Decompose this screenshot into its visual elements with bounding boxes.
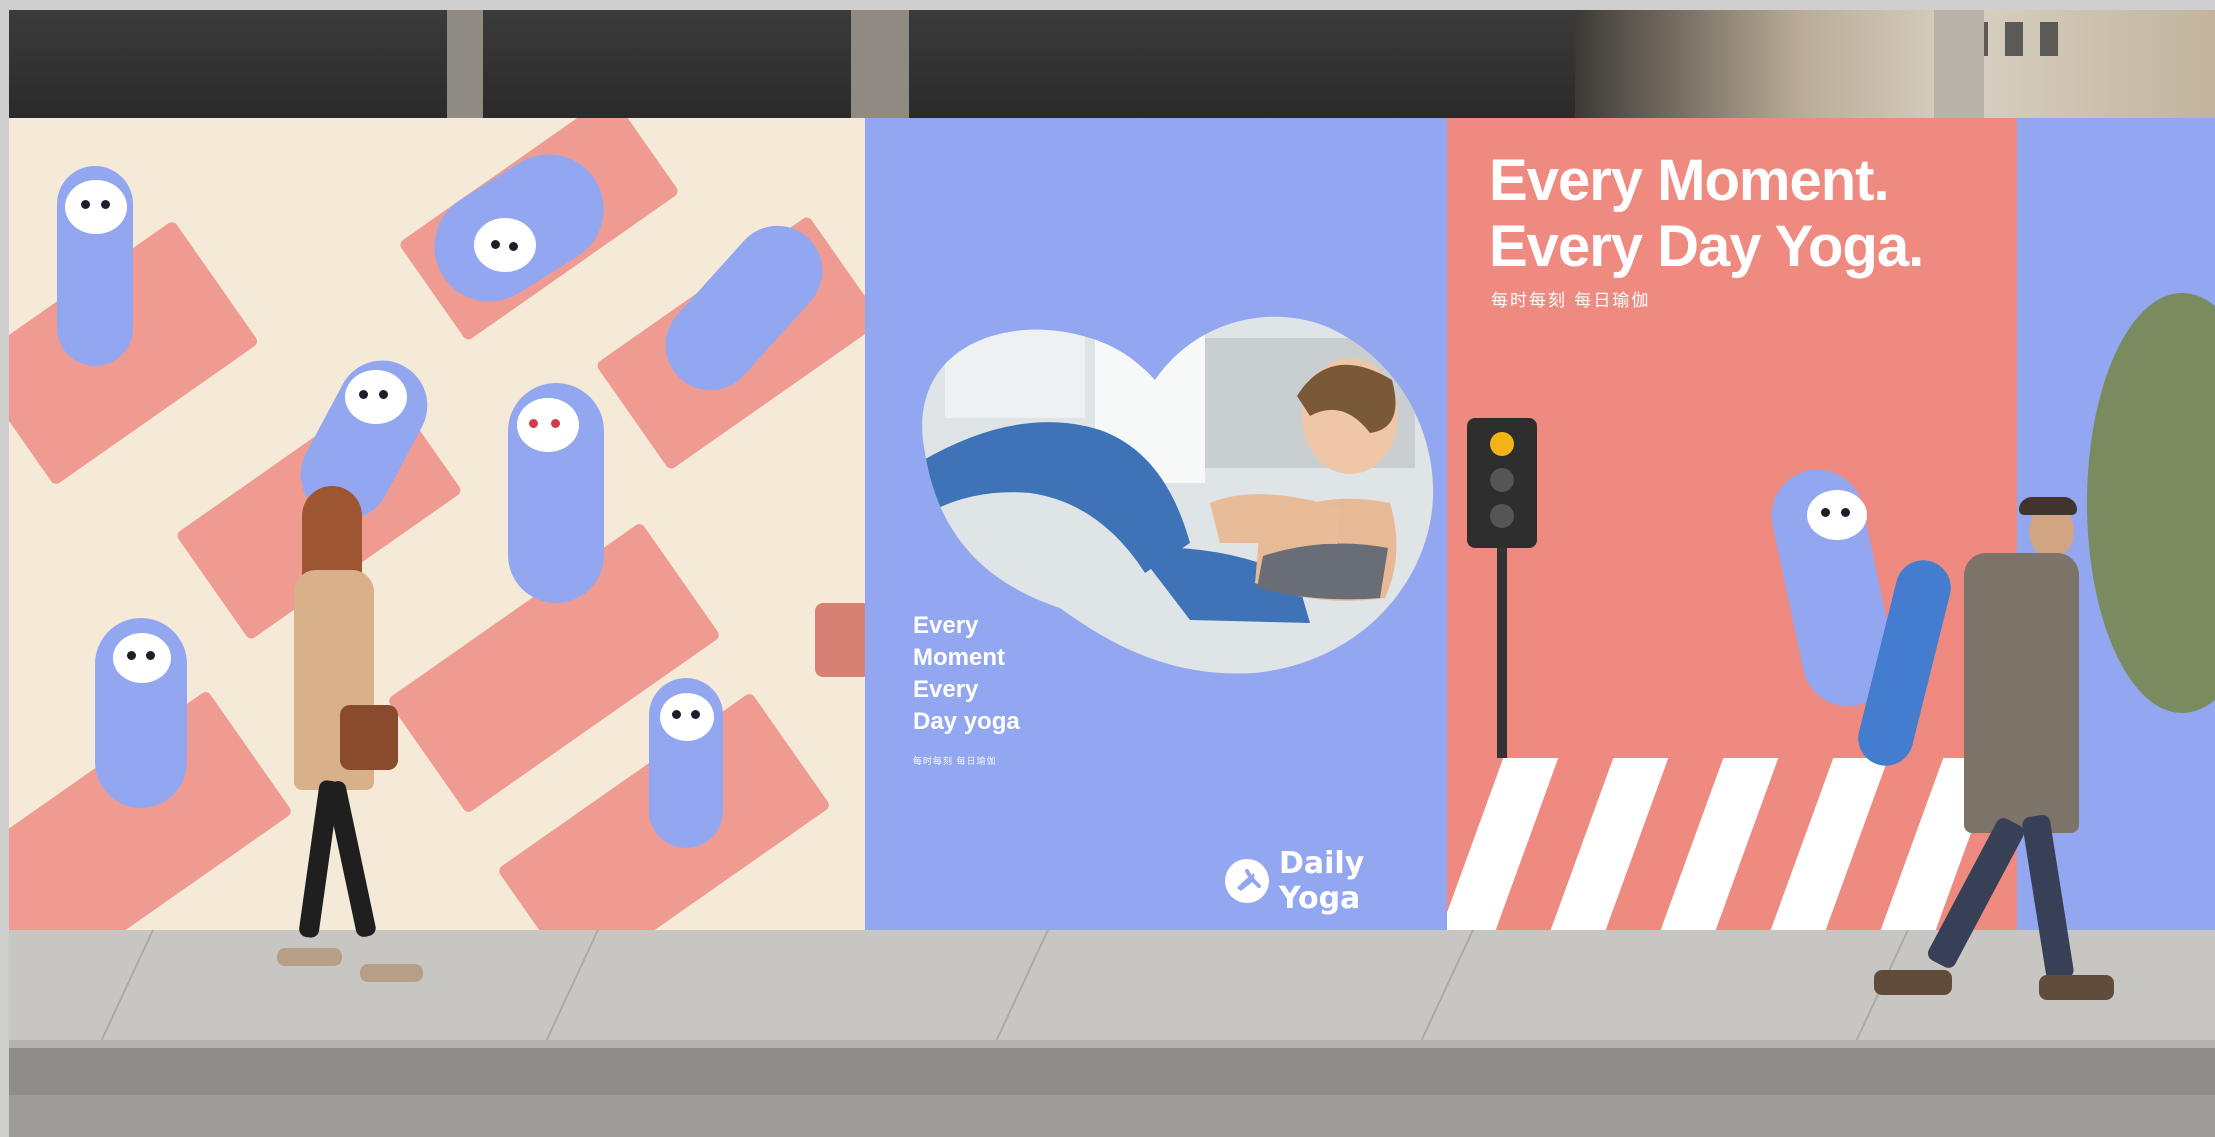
sloth-eye	[551, 419, 560, 428]
daily-yoga-logo: Daily Yoga	[1225, 846, 1447, 916]
sloth-eye	[146, 651, 155, 660]
building-window	[2040, 22, 2058, 56]
handbag	[340, 705, 398, 770]
sloth-eye	[491, 240, 500, 249]
person-coat	[1964, 553, 2079, 833]
photo-poster-panel: Every Moment Every Day yoga 每时每刻 每日瑜伽 Da…	[865, 118, 1447, 930]
sloth-eye	[1821, 508, 1830, 517]
daily-yoga-mark-icon	[1237, 869, 1261, 891]
crosswalk-stripe	[1550, 758, 1669, 930]
sloth-face	[660, 693, 714, 741]
person-shoe	[360, 964, 423, 982]
building-window	[2005, 22, 2023, 56]
poster-copy-line: Moment	[913, 644, 1005, 671]
sloth-eye	[672, 710, 681, 719]
person-leg	[324, 779, 378, 939]
crosswalk-stripe	[1447, 758, 1559, 930]
poster-subtitle-chinese: 每时每刻 每日瑜伽	[1491, 291, 1651, 311]
daily-yoga-mark-icon	[1225, 859, 1269, 903]
tiny-chinese-copy: 每时每刻 每日瑜伽	[913, 756, 997, 766]
logo-text: Daily Yoga	[1279, 846, 1365, 916]
sloth-face	[113, 633, 171, 683]
person-shoe	[277, 948, 342, 966]
support-pillar	[1934, 10, 1984, 120]
sloth-face	[65, 180, 127, 234]
walking-man	[1869, 495, 2114, 1010]
poster-headline: Every Moment. Every Day Yoga.	[1489, 148, 1924, 280]
traffic-light-icon	[1467, 418, 1537, 548]
curb	[9, 1040, 2215, 1095]
rolled-mat	[815, 603, 865, 677]
support-pillar	[447, 10, 483, 120]
sloth-eye	[127, 651, 136, 660]
poster-copy-line: Every	[913, 676, 979, 703]
sloth-eye	[379, 390, 388, 399]
traffic-lamp-yellow	[1490, 432, 1514, 456]
sloth-face	[1807, 490, 1867, 540]
sloth-face	[345, 370, 407, 424]
person-leg	[1925, 815, 2027, 971]
sloth-eye	[101, 200, 110, 209]
sloth-eye	[529, 419, 538, 428]
person-hair	[2019, 497, 2077, 515]
yoga-mat	[9, 219, 260, 487]
sloth-face	[474, 218, 536, 272]
traffic-lamp	[1490, 504, 1514, 528]
traffic-lamp	[1490, 468, 1514, 492]
sloth-eye	[359, 390, 368, 399]
street	[9, 1095, 2215, 1137]
poster-copy-line: Every	[913, 612, 979, 639]
sloth-eye	[1841, 508, 1850, 517]
poster-copy-line: Day yoga	[913, 708, 1020, 735]
street-scene: Every Moment Every Day yoga 每时每刻 每日瑜伽 Da…	[9, 10, 2215, 1137]
person-shoe	[2039, 975, 2114, 1000]
sloth-eye	[691, 710, 700, 719]
sloth-eye	[509, 242, 518, 251]
person-leg	[2021, 813, 2075, 982]
person-shoe	[1874, 970, 1952, 995]
sloth-mats-panel	[9, 118, 865, 930]
crosswalk-stripe	[1660, 758, 1779, 930]
headline-line: Every Day Yoga.	[1489, 214, 1924, 279]
sloth-face	[517, 398, 579, 452]
curb-edge	[9, 1040, 2215, 1048]
support-pillar	[851, 10, 909, 120]
poster-copy: Every Moment Every Day yoga	[913, 610, 1073, 738]
background-buildings	[1575, 10, 2215, 120]
sloth-eye	[81, 200, 90, 209]
headline-line: Every Moment.	[1489, 148, 1890, 213]
partial-photo-circle	[2087, 293, 2215, 713]
walking-woman	[229, 480, 423, 990]
